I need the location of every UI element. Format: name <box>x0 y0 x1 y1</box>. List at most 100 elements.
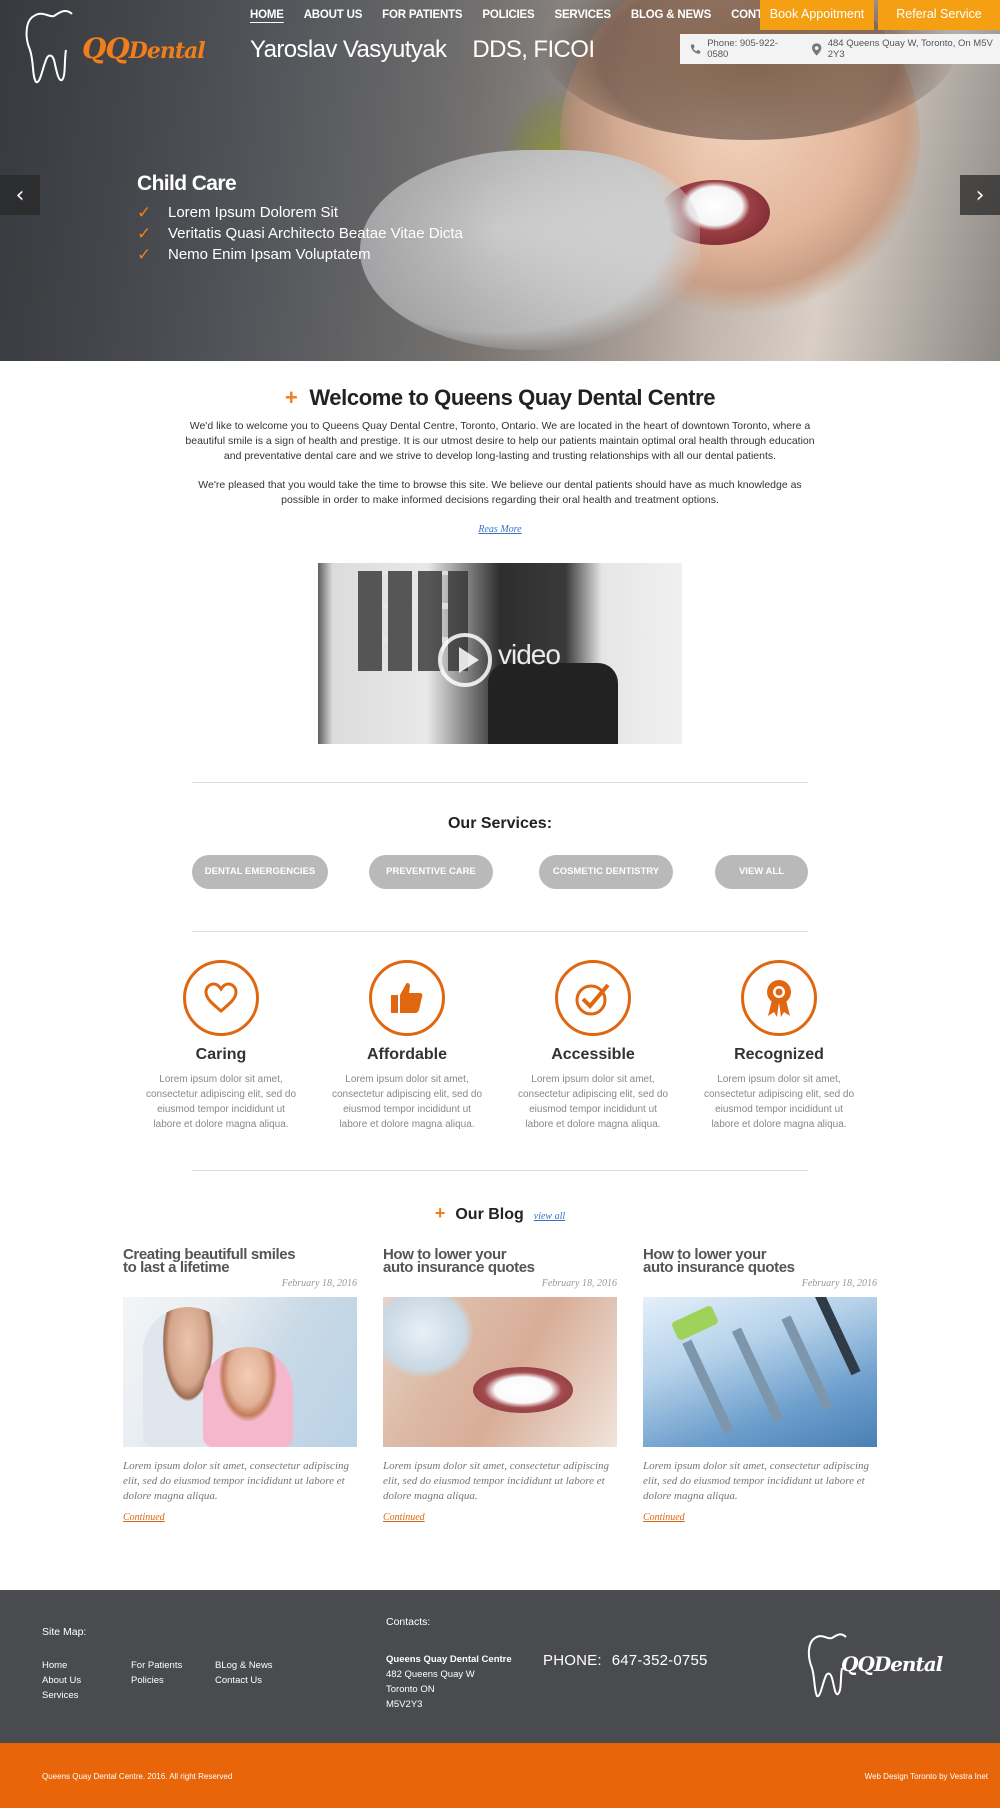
design-credit-link[interactable]: Web Design Toronto by Vestra Inet <box>865 1772 988 1781</box>
slider-next-button[interactable]: › <box>960 175 1000 215</box>
post-image[interactable] <box>383 1297 617 1447</box>
checkmark-icon: ✓ <box>137 224 152 243</box>
footer-logo[interactable]: QQDental <box>805 1630 965 1700</box>
location-pin-icon <box>812 42 822 56</box>
checkmark-icon: ✓ <box>137 203 152 222</box>
doctor-credentials: DDS, FICOI <box>472 36 595 63</box>
feature-title: Caring <box>195 1046 247 1063</box>
post-title[interactable]: How to lower your auto insurance quotes <box>643 1247 877 1275</box>
book-appointment-button[interactable]: Book Appoitment <box>760 0 874 30</box>
welcome-paragraph: We'd like to welcome you to Queens Quay … <box>185 420 815 462</box>
divider <box>192 931 808 932</box>
chevron-left-icon: ‹ <box>15 182 25 208</box>
sitemap-title: Site Map: <box>42 1626 87 1638</box>
slide-bullet: ✓ Veritatis Quasi Architecto Beatae Vitae… <box>137 224 463 243</box>
address-line: 482 Queens Quay W <box>386 1669 475 1680</box>
slide-title: Child Care <box>137 172 237 195</box>
page: QQDental HOME ABOUT US FOR PATIENTS POLI… <box>0 0 1000 1808</box>
blog-post: Creating beautifull smiles to last a life… <box>123 1247 357 1525</box>
address-line: M5V2Y3 <box>386 1699 423 1710</box>
footer-link-policies[interactable]: Policies <box>131 1673 182 1688</box>
logo-word: Dental <box>128 38 206 64</box>
play-icon[interactable] <box>438 633 492 687</box>
sitemap-column: Home About Us Services <box>42 1658 81 1703</box>
sitemap-column: For Patients Policies <box>131 1658 182 1688</box>
feature-recognized: Recognized Lorem ipsum dolor sit amet, c… <box>686 960 872 1132</box>
feature-affordable: Affordable Lorem ipsum dolor sit amet, c… <box>314 960 500 1132</box>
slide-bullet: ✓ Nemo Enim Ipsam Voluptatem <box>137 245 371 264</box>
blog-post: How to lower your auto insurance quotes F… <box>643 1247 877 1525</box>
view-all-blog-link[interactable]: view all <box>534 1211 565 1222</box>
check-circle-icon <box>555 960 631 1036</box>
welcome-title: + Welcome to Queens Quay Dental Centre <box>284 385 716 410</box>
slider-prev-button[interactable]: ‹ <box>0 175 40 215</box>
header-address: 484 Queens Quay W, Toronto, On M5V 2Y3 <box>827 38 993 60</box>
award-ribbon-icon <box>741 960 817 1036</box>
feature-title: Accessible <box>551 1046 635 1063</box>
chevron-right-icon: › <box>975 182 985 208</box>
phone-number[interactable]: 647-352-0755 <box>612 1652 708 1669</box>
slide-bullets: ✓ Lorem Ipsum Dolorem Sit ✓ Veritatis Quas… <box>137 202 463 265</box>
site-logo[interactable]: QQDental <box>22 6 206 86</box>
nav-for-patients[interactable]: FOR PATIENTS <box>382 9 462 21</box>
copyright-bar: Queens Quay Dental Centre. 2016. All rig… <box>0 1743 1000 1808</box>
post-excerpt: Lorem ipsum dolor sit amet, consectetur … <box>123 1460 349 1502</box>
continued-link[interactable]: Continued <box>383 1512 425 1523</box>
footer-link-contact-us[interactable]: Contact Us <box>215 1673 273 1688</box>
feature-caring: Caring Lorem ipsum dolor sit amet, conse… <box>128 960 314 1132</box>
continued-link[interactable]: Continued <box>123 1512 165 1523</box>
slide-bullet: ✓ Lorem Ipsum Dolorem Sit <box>137 203 339 222</box>
post-title[interactable]: Creating beautifull smiles to last a life… <box>123 1247 357 1275</box>
welcome-paragraph: We're pleased that you would take the ti… <box>198 479 802 506</box>
post-image[interactable] <box>123 1297 357 1447</box>
footer-link-home[interactable]: Home <box>42 1658 81 1673</box>
feature-title: Affordable <box>367 1046 447 1063</box>
sitemap-column: BLog & News Contact Us <box>215 1658 273 1688</box>
footer-link-blog-news[interactable]: BLog & News <box>215 1658 273 1673</box>
nav-about-us[interactable]: ABOUT US <box>304 9 363 21</box>
doctor-name: Yaroslav Vasyutyak DDS, FICOI <box>250 36 595 64</box>
post-excerpt: Lorem ipsum dolor sit amet, consectetur … <box>383 1460 609 1502</box>
cosmetic-dentistry-button[interactable]: COSMETIC DENTISTRY <box>539 855 673 889</box>
blog-header: + Our Blog view all <box>0 1203 1000 1224</box>
referral-service-button[interactable]: Referal Service <box>878 0 1000 30</box>
divider <box>192 1170 808 1171</box>
features-section: Caring Lorem ipsum dolor sit amet, conse… <box>128 960 872 1132</box>
feature-text: Lorem ipsum dolor sit amet, consectetur … <box>703 1074 855 1130</box>
thumbs-up-icon <box>369 960 445 1036</box>
services-section: Our Services: DENTAL EMERGENCIES PREVENT… <box>0 815 1000 889</box>
tooth-logo-icon <box>25 9 73 84</box>
services-buttons: DENTAL EMERGENCIES PREVENTIVE CARE COSME… <box>0 855 1000 889</box>
post-title[interactable]: How to lower your auto insurance quotes <box>383 1247 617 1275</box>
feature-text: Lorem ipsum dolor sit amet, consectetur … <box>331 1074 483 1130</box>
plus-icon: + <box>284 385 298 410</box>
nav-blog-news[interactable]: BLOG & NEWS <box>631 9 711 21</box>
slide-caption: Child Care ✓ Lorem Ipsum Dolorem Sit ✓ Ver… <box>137 172 463 265</box>
footer-link-services[interactable]: Services <box>42 1688 81 1703</box>
checkmark-icon: ✓ <box>137 245 152 264</box>
feature-text: Lorem ipsum dolor sit amet, consectetur … <box>517 1074 669 1130</box>
footer: Site Map: Home About Us Services For Pat… <box>0 1590 1000 1743</box>
read-more-link[interactable]: Reas More <box>478 524 521 535</box>
logo-qq: QQ <box>82 32 130 65</box>
continued-link[interactable]: Continued <box>643 1512 685 1523</box>
nav-services[interactable]: SERVICES <box>554 9 611 21</box>
blog-post: How to lower your auto insurance quotes F… <box>383 1247 617 1525</box>
footer-phone: PHONE: 647-352-0755 <box>543 1652 708 1669</box>
view-all-services-button[interactable]: VIEW ALL <box>715 855 808 889</box>
video-player[interactable]: video <box>318 563 682 744</box>
nav-home[interactable]: HOME <box>250 9 284 21</box>
hero-slider: QQDental HOME ABOUT US FOR PATIENTS POLI… <box>0 0 1000 361</box>
dental-emergencies-button[interactable]: DENTAL EMERGENCIES <box>192 855 328 889</box>
footer-link-about-us[interactable]: About Us <box>42 1673 81 1688</box>
nav-policies[interactable]: POLICIES <box>482 9 534 21</box>
header-phone: Phone: 905-922-0580 <box>707 38 778 60</box>
footer-link-for-patients[interactable]: For Patients <box>131 1658 182 1673</box>
preventive-care-button[interactable]: PREVENTIVE CARE <box>369 855 493 889</box>
clinic-name: Queens Quay Dental Centre <box>386 1654 512 1665</box>
post-image[interactable] <box>643 1297 877 1447</box>
services-title: Our Services: <box>447 815 553 832</box>
doctor-name-text: Yaroslav Vasyutyak <box>250 36 447 63</box>
blog-posts: Creating beautifull smiles to last a life… <box>123 1247 877 1525</box>
address-line: Toronto ON <box>386 1684 435 1695</box>
